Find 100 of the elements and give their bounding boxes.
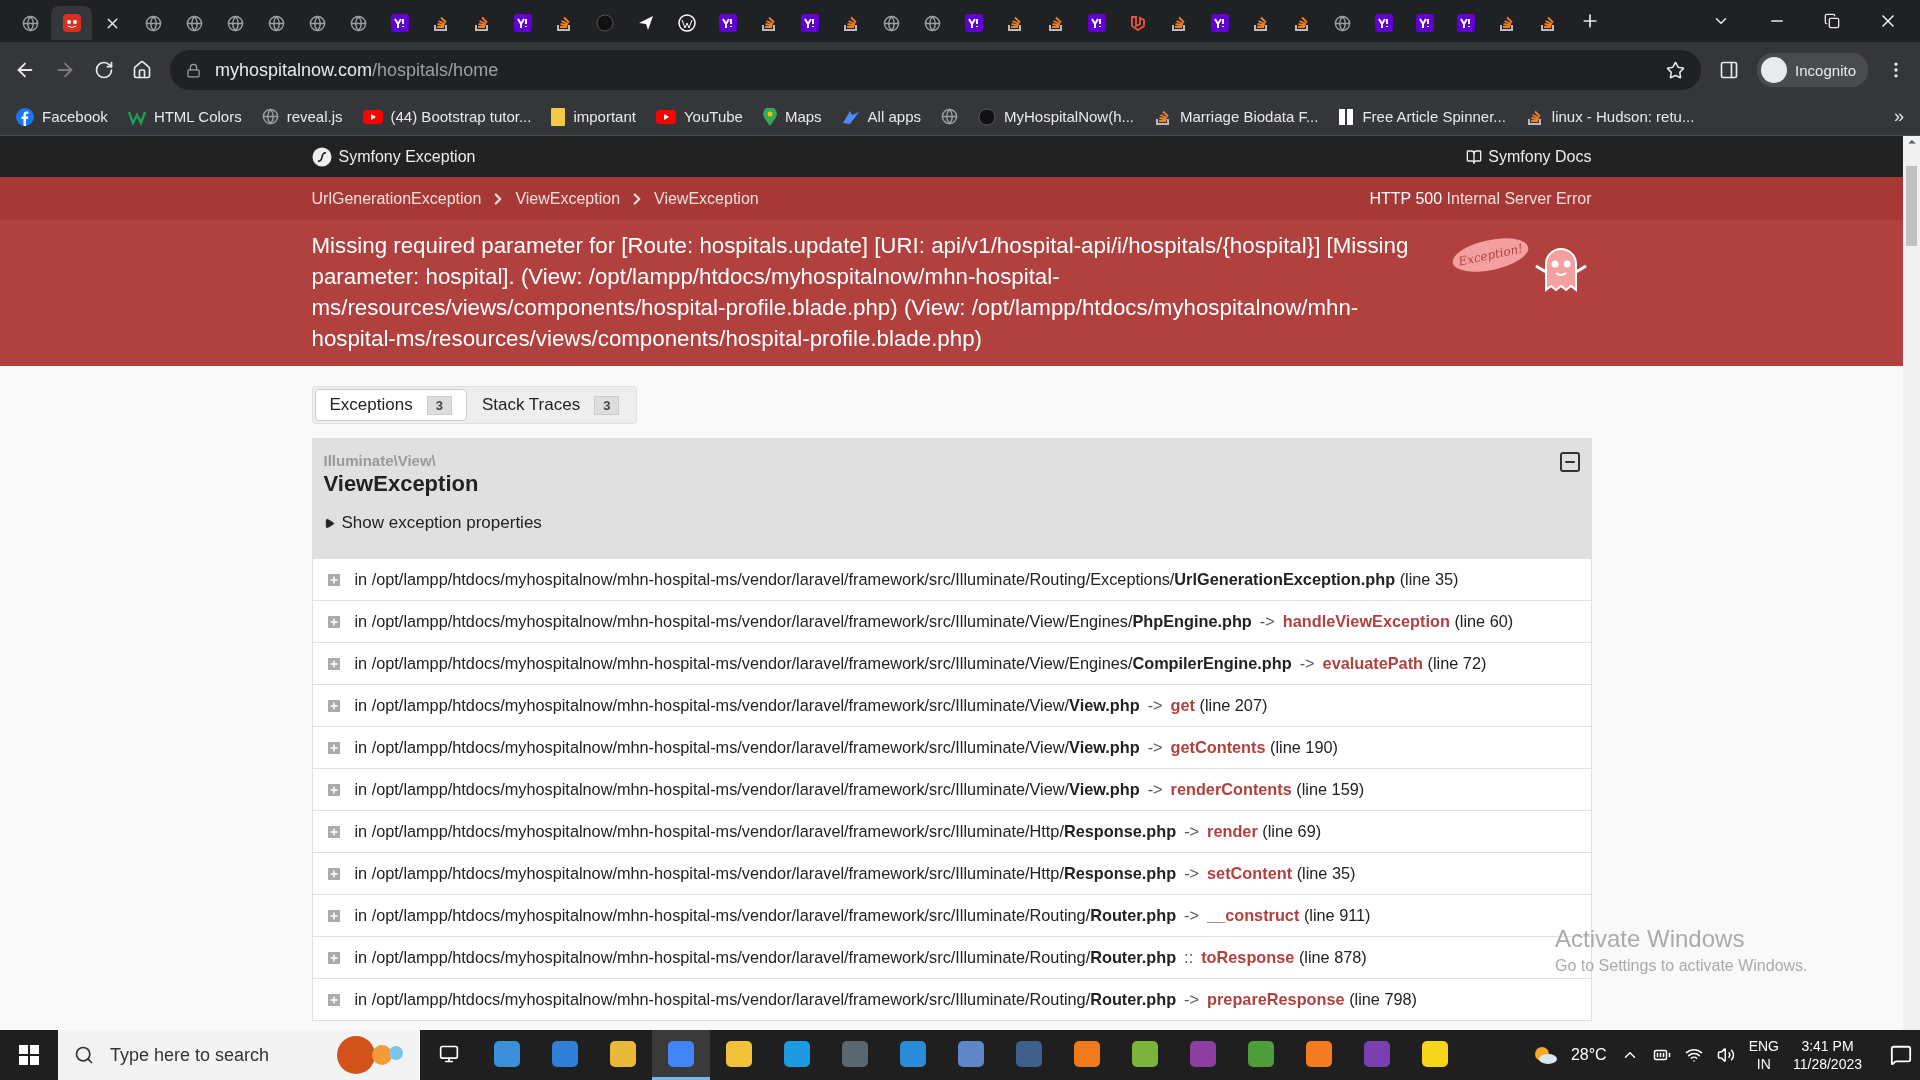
taskbar-app-button[interactable] <box>652 1030 710 1080</box>
yahoo-favicon-icon <box>1456 14 1475 32</box>
trace-text: in /opt/lampp/htdocs/myhospitalnow/mhn-hospital-ms/vendor/laravel/framework/src/Illuminate/View/View.php -> get (line 207) <box>354 696 1268 715</box>
bookmark-star-icon[interactable] <box>1666 60 1686 80</box>
stack-favicon-icon <box>1497 14 1516 32</box>
url-text: myhospitalnow.com/hospitals/home <box>215 59 499 81</box>
bookmark-link[interactable]: All apps <box>841 107 921 126</box>
activation-title: Activate Windows <box>1555 925 1746 953</box>
planet-icon <box>334 1033 404 1077</box>
stack-favicon-icon <box>1251 14 1270 32</box>
trace-text: in /opt/lampp/htdocs/myhospitalnow/mhn-hospital-ms/vendor/laravel/framework/src/Illuminate/View/View.php -> renderContents (line 159) <box>354 780 1365 799</box>
wordpress-icon <box>677 14 696 32</box>
mask-favicon-icon <box>62 14 81 32</box>
yahoo-favicon-icon <box>513 14 532 32</box>
bookmark-link[interactable]: Free Article Spinner... <box>1338 107 1506 126</box>
disclosure-triangle-icon <box>323 517 335 529</box>
temperature-text: 28°C <box>1570 1046 1607 1064</box>
globe-icon <box>1334 14 1351 32</box>
book-icon <box>1466 148 1483 165</box>
stack-favicon-icon <box>1169 14 1188 32</box>
trace-text: in /opt/lampp/htdocs/myhospitalnow/mhn-hospital-ms/vendor/laravel/framework/src/Illuminate/Routing/Router.php -> __construct (line 911) <box>354 906 1371 925</box>
search-input[interactable]: Type here to search <box>108 1043 308 1067</box>
trace-text: in /opt/lampp/htdocs/myhospitalnow/mhn-hospital-ms/vendor/laravel/framework/src/Illuminate/Http/Response.php -> render (line 69) <box>354 822 1322 841</box>
bookmark-link[interactable]: important <box>551 107 636 126</box>
stack-favicon-icon <box>1538 14 1557 32</box>
yahoo-favicon-icon <box>1087 14 1106 32</box>
yahoo-favicon-icon <box>390 14 409 32</box>
address-bar[interactable]: myhospitalnow.com/hospitals/home <box>170 50 1702 90</box>
stack-favicon-icon <box>431 14 450 32</box>
volume-icon[interactable] <box>1716 1046 1735 1064</box>
trace-text: in /opt/lampp/htdocs/myhospitalnow/mhn-hospital-ms/vendor/laravel/framework/src/Illuminate/View/Engines/CompilerEngine.php -> evaluatePath (line 72) <box>354 654 1487 673</box>
symfony-logo-icon <box>311 146 332 167</box>
globe-icon <box>261 108 279 125</box>
bookmark-link[interactable]: Maps <box>762 107 822 126</box>
bookmark-link[interactable]: reveal.js <box>261 108 343 125</box>
globe-icon <box>145 14 162 32</box>
globe-icon <box>924 14 941 32</box>
trace-text: in /opt/lampp/htdocs/myhospitalnow/mhn-hospital-ms/vendor/laravel/framework/src/Illuminate/Routing/Exceptions/UrlGenerationException.php (line 35) <box>354 570 1459 589</box>
browser-tab[interactable] <box>51 6 92 40</box>
wifi-icon[interactable] <box>1684 1046 1703 1064</box>
scrollbar-thumb[interactable] <box>1906 166 1917 246</box>
dark-circle-icon <box>595 14 614 32</box>
count-badge: 3 <box>594 395 620 415</box>
globe-icon <box>883 14 900 32</box>
taskbar-search-field[interactable]: Type here to search <box>58 1030 420 1080</box>
tab[interactable]: Exceptions 3 <box>314 389 467 421</box>
bookmark-link[interactable]: (44) Bootstrap tutor... <box>362 108 532 125</box>
more-bookmarks-button[interactable]: » <box>1894 106 1904 127</box>
exception-name: ViewException <box>323 471 479 497</box>
clock[interactable]: 3:41 PM 11/28/2023 <box>1792 1037 1862 1073</box>
bookmark-link[interactable]: Marriage Biodata F... <box>1154 107 1319 126</box>
stack-favicon-icon <box>472 14 491 32</box>
bookmark-link[interactable]: linux - Hudson: retu... <box>1525 107 1695 126</box>
breadcrumb-item: ViewException <box>654 189 759 208</box>
language-indicator[interactable]: ENG IN <box>1748 1037 1779 1073</box>
incognito-avatar-icon <box>1761 57 1788 83</box>
globe-icon <box>186 14 203 32</box>
breadcrumb-item: UrlGenerationException <box>311 189 482 208</box>
yahoo-favicon-icon <box>800 14 819 32</box>
yahoo-favicon-icon <box>1415 14 1434 32</box>
bookmark-link[interactable]: YouTube <box>655 108 743 125</box>
tab[interactable]: Stack Traces 3 <box>466 389 635 421</box>
weather-icon <box>1532 1045 1557 1065</box>
globe-icon <box>268 14 285 32</box>
reload-icon[interactable] <box>94 60 114 80</box>
stack-favicon-icon <box>1292 14 1311 32</box>
bookmark-link[interactable]: MyHospitalNow(h... <box>978 107 1135 126</box>
activation-hint: Go to Settings to activate Windows. <box>1555 957 1808 975</box>
task-view-icon <box>439 1043 459 1064</box>
yahoo-favicon-icon <box>1210 14 1229 32</box>
exception-message: Missing required parameter for [Route: hospitals.update] [URI: api/v1/hospital-api/i/hospitals/{hospital}] [Missing parameter: hospital]. (View: /opt/lampp/htdocs/myhospitalnow/mhn-hospital-ms/resources/views/components/hospital-profile.blade.php) (View: /opt/lampp/htdocs/myhospitalnow/mhn-hospital-ms/resources/views/components/hospital-profile.blade.php) <box>311 232 1410 353</box>
stack-favicon-icon <box>1046 14 1065 32</box>
bookmark-link[interactable]: Facebook <box>16 107 108 126</box>
count-badge: 3 <box>426 395 452 415</box>
yahoo-favicon-icon <box>1374 14 1393 32</box>
trace-text: in /opt/lampp/htdocs/myhospitalnow/mhn-hospital-ms/vendor/laravel/framework/src/Illuminate/Routing/Router.php -> prepareResponse (line 798) <box>354 990 1417 1009</box>
symfony-docs-link[interactable]: Symfony Docs <box>1466 147 1592 166</box>
play-button-icon <box>655 109 676 124</box>
globe-icon <box>941 108 958 125</box>
show-properties-toggle[interactable]: Show exception properties <box>323 513 1580 533</box>
bookmark-link[interactable]: HTML Colors <box>127 107 242 126</box>
map-pin-icon <box>762 107 777 126</box>
yahoo-favicon-icon <box>718 14 737 32</box>
breadcrumb-item: ViewException <box>515 189 621 208</box>
incognito-profile-button[interactable]: Incognito <box>1757 53 1868 87</box>
bookmark-link[interactable] <box>941 108 958 125</box>
laravel-icon <box>1128 14 1147 32</box>
restore-icon[interactable] <box>1824 13 1840 29</box>
windows-logo-icon <box>19 1045 39 1065</box>
search-icon <box>74 1045 94 1065</box>
play-button-icon <box>362 109 383 124</box>
yahoo-favicon-icon <box>964 14 983 32</box>
side-panel-icon[interactable] <box>1719 60 1740 80</box>
facebook-icon <box>16 107 34 126</box>
notifications-icon[interactable] <box>1890 1044 1912 1066</box>
trace-text: in /opt/lampp/htdocs/myhospitalnow/mhn-hospital-ms/vendor/laravel/framework/src/Illuminate/Http/Response.php -> setContent (line 35) <box>354 864 1356 883</box>
minus-square-icon <box>1557 450 1582 474</box>
collapse-button[interactable] <box>1557 450 1582 474</box>
home-icon[interactable] <box>132 60 152 80</box>
trace-text: in /opt/lampp/htdocs/myhospitalnow/mhn-hospital-ms/vendor/laravel/framework/src/Illuminate/View/Engines/PhpEngine.php -> handleViewException (line 60) <box>354 612 1514 631</box>
